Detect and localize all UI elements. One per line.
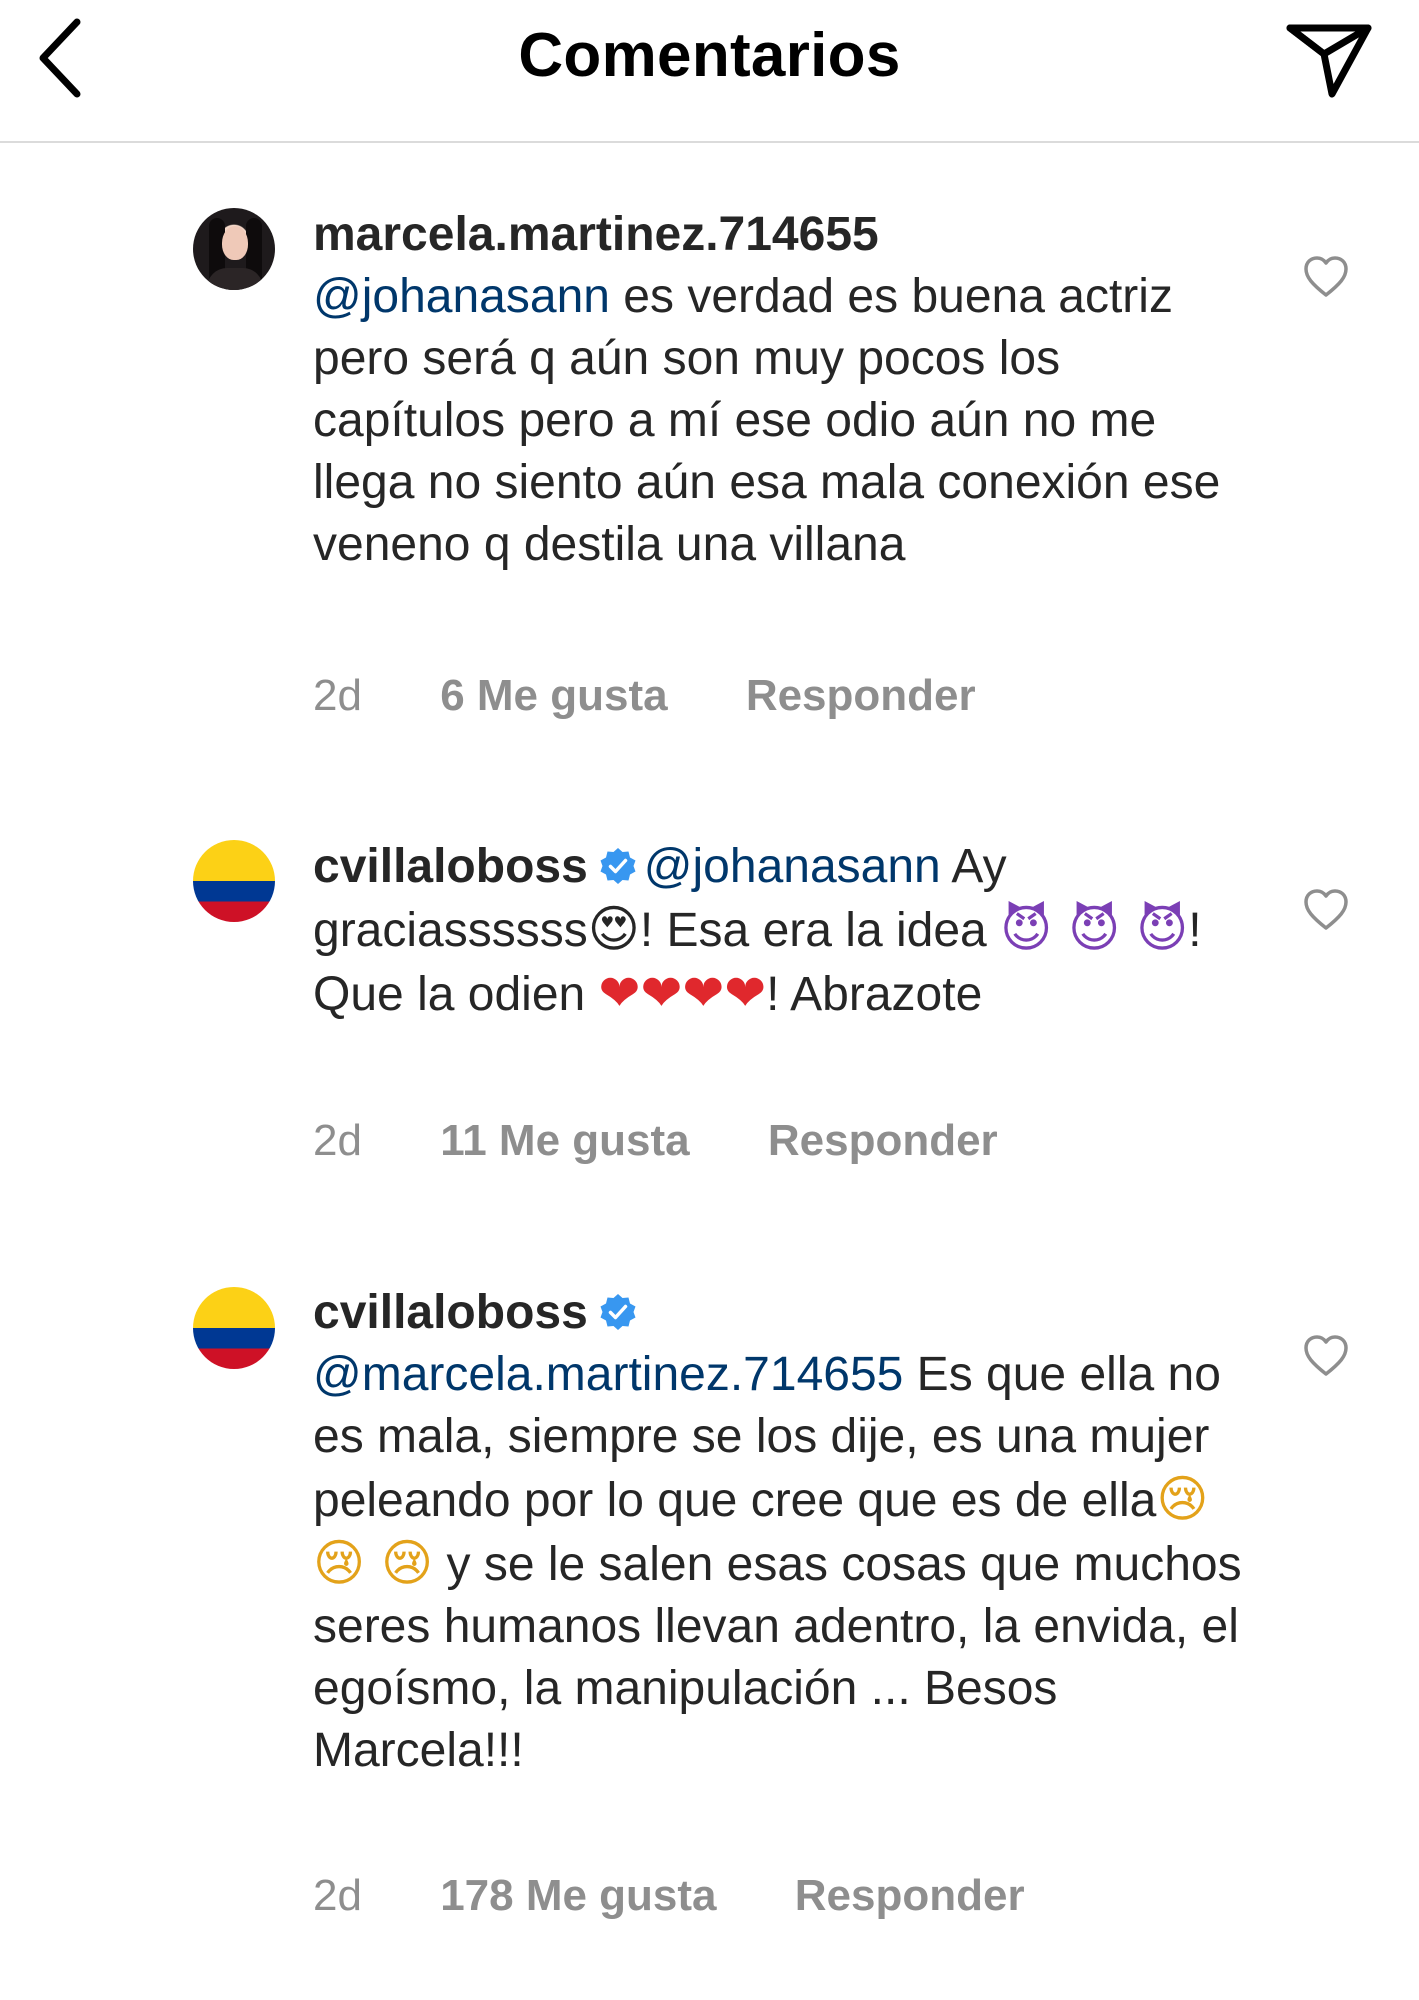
page-title: Comentarios [518, 21, 901, 90]
like-heart-icon[interactable] [1302, 1332, 1350, 1380]
red-heart-emoji: ❤❤❤❤ [598, 964, 767, 1022]
comment-body-text: ! Abrazote [766, 968, 983, 1021]
like-heart-icon[interactable] [1302, 886, 1350, 934]
share-button[interactable] [1279, 10, 1379, 110]
comment-username[interactable]: marcela.martinez.714655 [313, 208, 879, 261]
comment-username[interactable]: cvillaloboss [313, 840, 588, 893]
comment-mention[interactable]: @johanasann [644, 840, 941, 893]
comment-meta: 2d 178 Me gusta Responder [313, 1871, 1025, 1921]
comment-body-text: y se le salen esas cosas que muchos sere… [313, 1538, 1242, 1777]
comment-likes[interactable]: 6 Me gusta [440, 671, 667, 721]
like-heart-icon[interactable] [1302, 253, 1350, 301]
comment-time: 2d [313, 1116, 362, 1165]
verified-badge-icon [600, 1294, 636, 1330]
comment-time: 2d [313, 1871, 362, 1920]
comment-text: cvillaloboss @marcela.martinez.714655 Es… [313, 1282, 1243, 1782]
comment-time: 2d [313, 671, 362, 720]
comment-username[interactable]: cvillaloboss [313, 1286, 588, 1339]
comment-mention[interactable]: @johanasann [313, 270, 610, 323]
comment-text: cvillaloboss @johanasann Ay graciassssss… [313, 836, 1243, 1026]
reply-button[interactable]: Responder [746, 671, 976, 721]
heart-eyes-emoji: 😍 [587, 900, 640, 958]
comment-likes[interactable]: 11 Me gusta [440, 1116, 689, 1166]
avatar[interactable] [193, 208, 275, 290]
paper-plane-icon [1286, 24, 1372, 98]
comment-body-text: ! Esa era la idea [639, 904, 1001, 957]
comment-meta: 2d 6 Me gusta Responder [313, 671, 976, 721]
verified-badge-icon [600, 848, 636, 884]
devil-emoji: 😈 😈 😈 [1000, 900, 1189, 958]
reply-button[interactable]: Responder [795, 1871, 1025, 1921]
comment-likes[interactable]: 178 Me gusta [440, 1871, 716, 1921]
comment-meta: 2d 11 Me gusta Responder [313, 1116, 998, 1166]
header-bar: Comentarios [0, 0, 1419, 143]
comment-text: marcela.martinez.714655 @johanasann es v… [313, 204, 1243, 576]
reply-button[interactable]: Responder [768, 1116, 998, 1166]
avatar[interactable] [193, 1287, 275, 1369]
comment-mention[interactable]: @marcela.martinez.714655 [313, 1348, 903, 1401]
avatar[interactable] [193, 840, 275, 922]
